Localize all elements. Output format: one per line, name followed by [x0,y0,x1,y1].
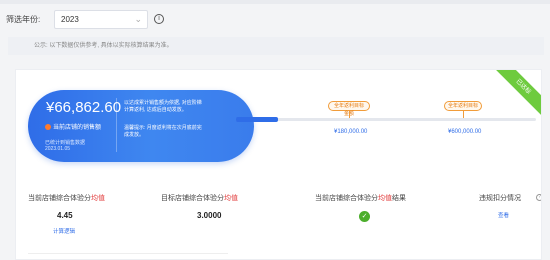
metric-label: 当前店铺综合体验分均值结果 [315,193,406,203]
metric-label-highlight: 均值 [224,195,238,202]
metric-label-text: 当前店铺综合体验分 [28,195,91,202]
check-icon: ✓ [359,211,370,222]
calc-logic-link[interactable]: 计算逻辑 [53,227,75,235]
filter-bar: 筛选年份: 2023 ⌄ i [0,8,550,30]
metric-label-highlight: 均值 [378,195,392,202]
year-select[interactable]: 2023 ⌄ [54,9,148,29]
rebate-card: 已达标 ¥66,862.60 当前店铺的销售额 已统计到销售数据 2023.01… [15,69,542,260]
shop-name: 当前店铺的销售额 [53,125,102,131]
tier-marker [463,111,464,118]
tier-marker [349,111,350,118]
view-link[interactable]: 查看 [498,211,509,219]
year-select-value: 2023 [61,14,79,24]
tip-text: 温馨提示: 月度返利将在次月底前完成发放。 [124,125,202,138]
metric-label-text: 目标店铺综合体验分 [161,195,224,202]
rule-text: 以达成累计销售额为依据, 对应阶梯计算返利, 达成后自动发放。 [124,100,202,113]
top-border [0,0,550,4]
stat-date: 2023.01.05 [45,146,71,152]
info-icon[interactable]: i [154,14,164,24]
metric-value: 4.45 [57,211,73,220]
metric-label: 目标店铺综合体验分均值 [161,193,238,203]
shop-icon [45,123,51,130]
panel-divider [116,98,117,152]
tier-amount: ¥180,000.00 [334,129,368,135]
year-filter-label: 筛选年份: [6,14,41,24]
metric-label-text: 当前店铺综合体验分 [315,195,378,202]
chevron-down-icon: ⌄ [134,13,142,24]
metric-label: 违规扣分情况 [479,193,521,203]
metric-label-text: 违规扣分情况 [479,195,521,202]
rebate-page: 筛选年份: 2023 ⌄ i 公示: 以下数据仅供参考, 具体以实际核算结果为准… [0,0,550,260]
progress-track [236,118,536,121]
divider [28,253,228,254]
metric-value: 3.0000 [197,211,222,220]
progress-fill [236,117,278,122]
tier-amount: ¥600,000.00 [448,129,482,135]
tier-badge: 全年返利目标 [444,101,482,111]
metric-label: 当前店铺综合体验分均值 [28,193,105,203]
question-icon[interactable]: ? [536,194,541,201]
metric-label-highlight: 均值 [91,195,105,202]
sales-amount: ¥66,862.60 [46,99,122,116]
shop-tag: 当前店铺的销售额 [45,122,101,131]
sales-panel: ¥66,862.60 当前店铺的销售额 已统计到销售数据 2023.01.05 … [28,90,254,162]
status-ribbon: 已达标 [489,70,541,121]
metric-label-suffix: 结果 [392,195,406,202]
notice-bar: 公示: 以下数据仅供参考, 具体以实际核算结果为准。 [8,37,544,55]
tier-badge: 全年返利目标金额 [328,101,370,117]
stat-description: 已统计到销售数据 [45,140,86,146]
